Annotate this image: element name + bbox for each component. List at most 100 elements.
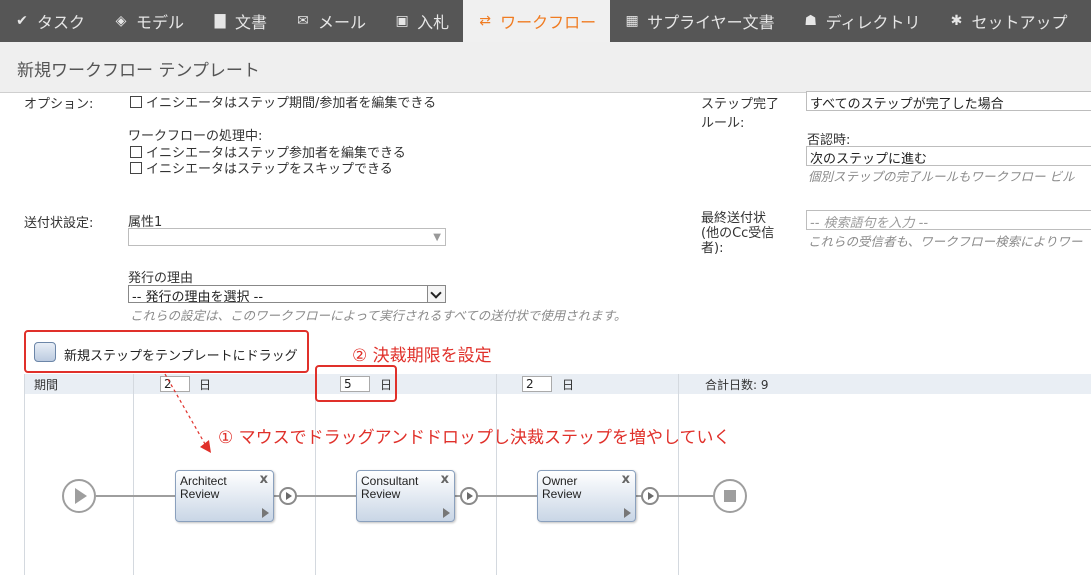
step-label: Architect Review bbox=[180, 475, 227, 501]
expand-arrow-icon[interactable] bbox=[262, 508, 269, 518]
play-icon bbox=[75, 488, 87, 504]
checkbox[interactable] bbox=[130, 162, 142, 174]
users-icon: ☗ bbox=[804, 13, 817, 29]
supplier-icon: ▦ bbox=[625, 13, 639, 29]
tab-supplier-documents[interactable]: ▦ サプライヤー文書 bbox=[610, 0, 789, 42]
step-label-line: Consultant bbox=[361, 474, 419, 488]
tab-tasks[interactable]: ✔ タスク bbox=[0, 0, 99, 42]
deadline-highlight-box bbox=[315, 365, 397, 402]
final-cc-label: 最終送付状 (他のCc受信 者): bbox=[701, 211, 774, 256]
dropdown-arrow-icon: ▼ bbox=[433, 232, 441, 243]
tab-label: ワークフロー bbox=[500, 13, 597, 32]
check-icon: ✔ bbox=[16, 13, 28, 29]
day-unit: 日 bbox=[199, 378, 212, 392]
completion-rule-label: ステップ完了 ルール: bbox=[701, 93, 779, 131]
step-label: Owner Review bbox=[542, 475, 581, 501]
workflow-step[interactable]: Architect Review x bbox=[175, 470, 274, 522]
play-icon bbox=[286, 492, 292, 500]
workflow-icon: ⇄ bbox=[479, 13, 491, 29]
close-icon[interactable]: x bbox=[441, 472, 449, 487]
reason-select[interactable]: -- 発行の理由を選択 -- bbox=[128, 285, 446, 305]
step-label-line: Owner bbox=[542, 474, 578, 488]
step-connector-node[interactable] bbox=[460, 487, 478, 505]
step-label-line: Review bbox=[361, 487, 401, 501]
expand-arrow-icon[interactable] bbox=[624, 508, 631, 518]
tab-label: 文書 bbox=[235, 13, 268, 32]
stop-icon bbox=[724, 490, 736, 502]
tab-documents[interactable]: ▇ 文書 bbox=[198, 0, 281, 42]
column-divider bbox=[496, 374, 497, 575]
start-node[interactable] bbox=[62, 479, 96, 513]
workflow-step[interactable]: Consultant Review x bbox=[356, 470, 455, 522]
step-connector-node[interactable] bbox=[641, 487, 659, 505]
final-cc-search-input[interactable]: -- 検索語句を入力 -- bbox=[806, 210, 1091, 230]
step-label-line: Architect bbox=[180, 474, 227, 488]
close-icon[interactable]: x bbox=[260, 472, 268, 487]
option-edit-duration[interactable]: イニシエータはステップ期間/参加者を編集できる bbox=[130, 92, 436, 111]
reason-value: -- 発行の理由を選択 -- bbox=[132, 290, 264, 305]
drag-label: 新規ステップをテンプレートにドラッグ bbox=[64, 349, 298, 364]
column-divider bbox=[678, 374, 679, 575]
tab-label: モデル bbox=[136, 13, 185, 32]
workflow-step[interactable]: Owner Review x bbox=[537, 470, 636, 522]
expand-arrow-icon[interactable] bbox=[443, 508, 450, 518]
step-connector-node[interactable] bbox=[279, 487, 297, 505]
tab-label: 入札 bbox=[417, 13, 450, 32]
tab-mail[interactable]: ✉ メール bbox=[281, 0, 380, 42]
step-label-line: Review bbox=[180, 487, 220, 501]
tab-label: セットアップ bbox=[971, 13, 1068, 32]
document-icon: ▇ bbox=[214, 13, 226, 29]
new-step-drag-source[interactable]: 新規ステップをテンプレートにドラッグ bbox=[24, 330, 309, 373]
duration-label: 期間 bbox=[34, 378, 59, 392]
tab-label: タスク bbox=[37, 13, 86, 32]
checkbox[interactable] bbox=[130, 146, 142, 158]
end-node[interactable] bbox=[713, 479, 747, 513]
annotation-deadline: ② 決裁期限を設定 bbox=[352, 346, 492, 366]
reason-label: 発行の理由 bbox=[128, 271, 194, 286]
label-line: 最終送付状 bbox=[701, 211, 767, 226]
transmittal-label: 送付状設定: bbox=[24, 216, 94, 231]
tab-setup[interactable]: ✱ セットアップ bbox=[935, 0, 1082, 42]
options-label: オプション: bbox=[24, 97, 94, 112]
cube-icon: ◈ bbox=[115, 13, 127, 29]
label-line: 者): bbox=[701, 241, 724, 256]
total-days: 合計日数: 9 bbox=[705, 378, 769, 392]
bid-icon: ▣ bbox=[395, 13, 409, 29]
completion-rule-select[interactable]: すべてのステップが完了した場合 bbox=[806, 91, 1091, 111]
reject-action-select[interactable]: 次のステップに進む bbox=[806, 146, 1091, 166]
play-icon bbox=[648, 492, 654, 500]
checkbox[interactable] bbox=[130, 96, 142, 108]
mail-icon: ✉ bbox=[297, 13, 309, 29]
option-skip-steps[interactable]: イニシエータはステップをスキップできる bbox=[130, 158, 393, 177]
duration-input-1[interactable]: 2 bbox=[160, 376, 190, 392]
duration-input-3[interactable]: 2 bbox=[522, 376, 552, 392]
tab-model[interactable]: ◈ モデル bbox=[99, 0, 198, 42]
top-nav: ✔ タスク ◈ モデル ▇ 文書 ✉ メール ▣ 入札 ⇄ ワークフロー ▦ サプライヤー文書… bbox=[0, 0, 1091, 42]
option-label: イニシエータはステップ期間/参加者を編集できる bbox=[146, 96, 437, 111]
final-cc-hint: これらの受信者も、ワークフロー検索によりワー bbox=[808, 234, 1083, 249]
tab-label: サプライヤー文書 bbox=[647, 13, 775, 32]
tab-workflow[interactable]: ⇄ ワークフロー bbox=[463, 0, 611, 42]
step-label-line: Review bbox=[542, 487, 582, 501]
step-chip-icon[interactable] bbox=[34, 342, 56, 362]
step-label: Consultant Review bbox=[361, 475, 418, 501]
label-line: (他のCc受信 bbox=[701, 226, 775, 241]
tab-label: メール bbox=[318, 13, 367, 32]
play-icon bbox=[467, 492, 473, 500]
tab-label: ディレクトリ bbox=[825, 13, 921, 32]
annotation-drag-drop: ① マウスでドラッグアンドドロップし決裁ステップを増やしていく bbox=[218, 428, 731, 448]
page-title-bar: 新規ワークフロー テンプレート bbox=[0, 42, 1091, 93]
chevron-down-icon bbox=[427, 286, 445, 302]
gear-icon: ✱ bbox=[950, 13, 963, 29]
column-divider bbox=[133, 374, 134, 575]
day-unit: 日 bbox=[562, 378, 575, 392]
attribute-combo[interactable]: ▼ bbox=[128, 228, 446, 246]
tab-directory[interactable]: ☗ ディレクトリ bbox=[789, 0, 935, 42]
tab-bid[interactable]: ▣ 入札 bbox=[380, 0, 463, 42]
label-line: ステップ完了 bbox=[701, 97, 780, 112]
column-divider bbox=[24, 374, 25, 575]
close-icon[interactable]: x bbox=[622, 472, 630, 487]
column-divider bbox=[315, 374, 316, 575]
completion-hint: 個別ステップの完了ルールもワークフロー ビル bbox=[808, 169, 1075, 184]
label-line: ルール: bbox=[701, 116, 745, 131]
